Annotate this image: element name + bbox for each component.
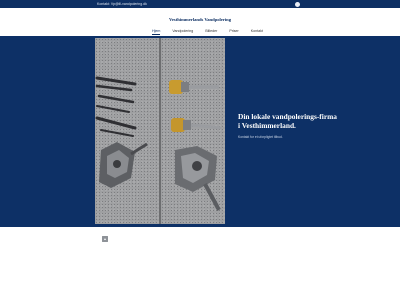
- hero-image: [95, 38, 225, 224]
- contact-email-link[interactable]: Kontakt: Vp@ill-vandpolering.dk: [97, 1, 147, 7]
- nav-item-kontakt[interactable]: Kontakt: [251, 28, 263, 34]
- site-header: Vesthimmerlands Vandpolering Hjem Vandpo…: [0, 8, 400, 36]
- arrow-up-icon[interactable]: [102, 236, 108, 242]
- top-bar: Kontakt: Vp@ill-vandpolering.dk: [0, 0, 400, 8]
- site-title[interactable]: Vesthimmerlands Vandpolering: [0, 17, 400, 23]
- main-nav: Hjem Vandpolering Billeder Priser Kontak…: [152, 28, 263, 35]
- facebook-icon[interactable]: [295, 1, 300, 7]
- nav-item-billeder[interactable]: Billeder: [205, 28, 217, 34]
- hero-heading: Din lokale vandpolerings-firma i Vesthim…: [238, 112, 337, 130]
- tools-illustration: [95, 76, 222, 211]
- nav-item-home[interactable]: Hjem: [152, 28, 161, 35]
- hero-text-block: Din lokale vandpolerings-firma i Vesthim…: [238, 112, 338, 140]
- nav-item-priser[interactable]: Priser: [229, 28, 238, 34]
- nav-item-vandpolering[interactable]: Vandpolering: [172, 28, 193, 34]
- hero-subtext: Kontakt for et uforpligtet tilbud.: [238, 135, 283, 140]
